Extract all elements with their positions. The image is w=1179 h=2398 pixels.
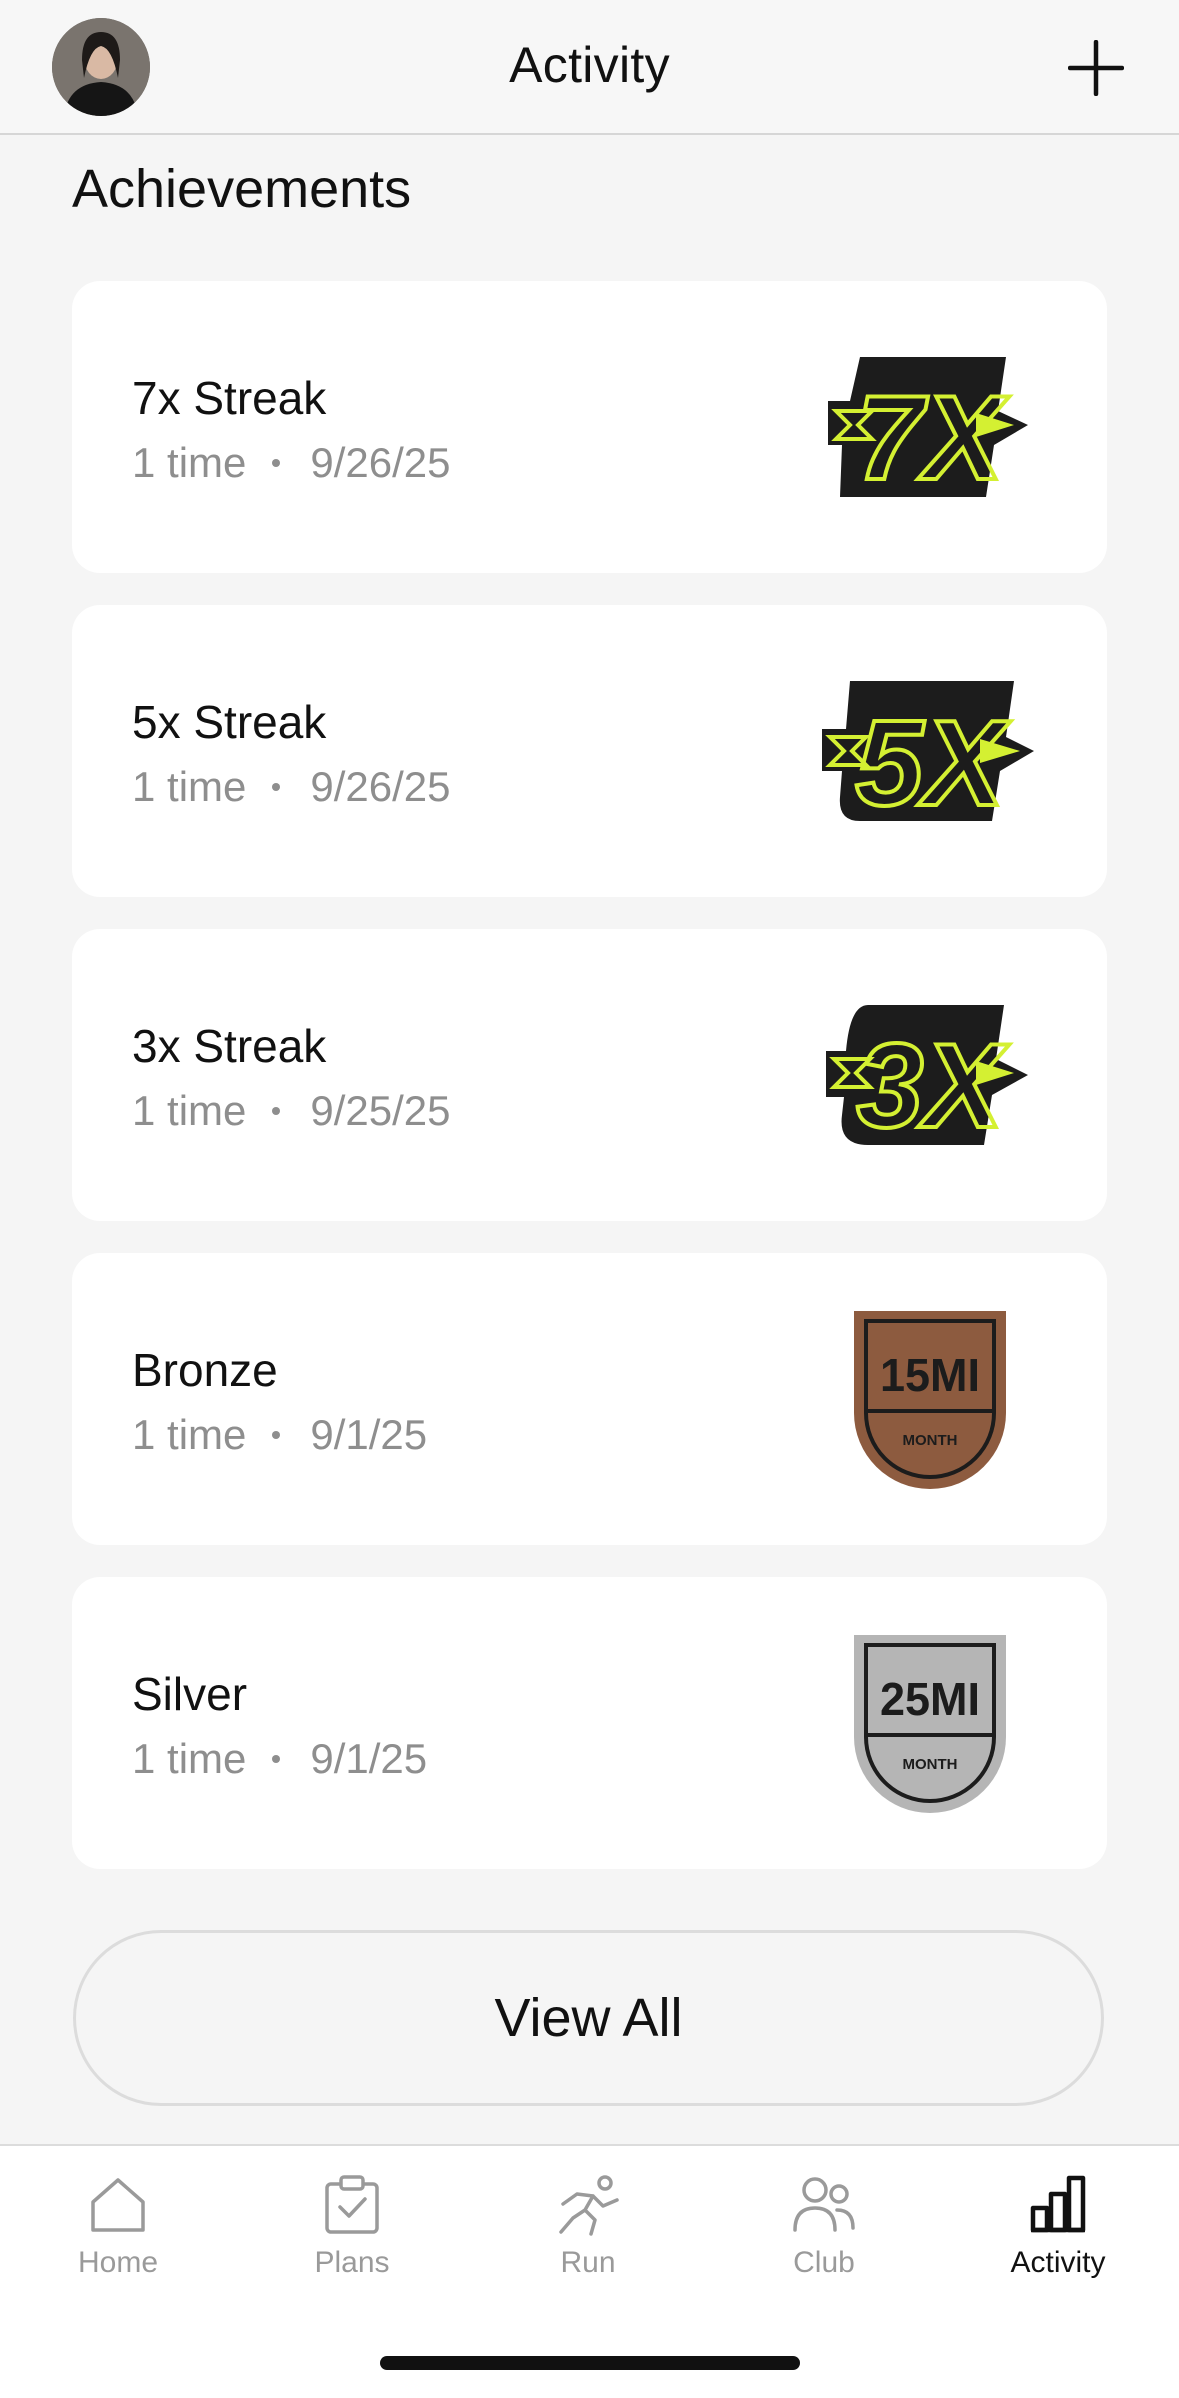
home-indicator (380, 2356, 800, 2370)
streak-5x-badge: 5X (822, 681, 1034, 825)
bronze-15mi-badge: 15MI MONTH (854, 1311, 1006, 1489)
badge-label: 25MI (880, 1673, 980, 1725)
tab-label: Run (560, 2246, 616, 2279)
runner-icon (559, 2175, 619, 2236)
streak-7x-badge: 7X (828, 357, 1028, 501)
home-icon (91, 2178, 145, 2232)
badge-label: 3X (857, 1019, 1011, 1149)
tab-home[interactable]: Home (18, 2174, 218, 2334)
people-icon (793, 2177, 855, 2232)
achievement-date: 9/1/25 (310, 1735, 428, 1782)
view-all-button[interactable]: View All (73, 1930, 1104, 2106)
achievement-card-silver[interactable]: Silver 1 time 9/1/25 25MI MONTH (72, 1577, 1107, 1869)
silver-25mi-badge: 25MI MONTH (854, 1635, 1006, 1813)
achievement-meta: 1 time 9/1/25 (132, 1411, 427, 1459)
achievement-date: 9/1/25 (310, 1411, 428, 1458)
clipboard-check-icon (325, 2175, 379, 2234)
tab-label: Home (77, 2246, 159, 2279)
badge-label: 15MI (880, 1349, 980, 1401)
achievement-count: 1 time (132, 1735, 247, 1782)
bar-chart-icon (1030, 2175, 1086, 2233)
badge-sublabel: MONTH (903, 1432, 958, 1449)
page-title: Activity (509, 37, 670, 93)
badge-sublabel: MONTH (903, 1756, 958, 1773)
top-bar: Activity (0, 0, 1179, 135)
achievement-count: 1 time (132, 1411, 247, 1458)
achievement-card-bronze[interactable]: Bronze 1 time 9/1/25 15MI MONTH (72, 1253, 1107, 1545)
tab-label: Plans (314, 2246, 390, 2279)
achievement-meta: 1 time 9/26/25 (132, 763, 451, 811)
achievement-date: 9/26/25 (310, 439, 451, 486)
tab-club[interactable]: Club (724, 2174, 924, 2334)
achievement-title: 5x Streak (132, 696, 327, 748)
separator-dot (272, 783, 281, 791)
plus-icon (1067, 39, 1125, 97)
tab-run[interactable]: Run (488, 2174, 688, 2334)
achievement-date: 9/25/25 (310, 1087, 451, 1134)
achievement-title: 3x Streak (132, 1020, 327, 1072)
achievement-date: 9/26/25 (310, 763, 451, 810)
separator-dot (272, 1107, 281, 1115)
badge-label: 7X (857, 371, 1011, 501)
achievement-count: 1 time (132, 1087, 247, 1134)
separator-dot (272, 1431, 281, 1439)
tab-plans[interactable]: Plans (252, 2174, 452, 2334)
tab-label: Activity (1010, 2246, 1106, 2279)
achievement-title: Silver (132, 1668, 248, 1720)
achievement-card-5x-streak[interactable]: 5x Streak 1 time 9/26/25 5X (72, 605, 1107, 897)
separator-dot (272, 1755, 281, 1763)
achievement-meta: 1 time 9/1/25 (132, 1735, 427, 1783)
streak-3x-badge: 3X (826, 1005, 1028, 1149)
separator-dot (272, 459, 281, 467)
tab-activity[interactable]: Activity (958, 2174, 1158, 2334)
achievement-meta: 1 time 9/26/25 (132, 439, 451, 487)
achievement-meta: 1 time 9/25/25 (132, 1087, 451, 1135)
section-title: Achievements (72, 159, 412, 219)
achievement-count: 1 time (132, 763, 247, 810)
achievement-count: 1 time (132, 439, 247, 486)
achievement-card-3x-streak[interactable]: 3x Streak 1 time 9/25/25 3X (72, 929, 1107, 1221)
achievement-title: Bronze (132, 1344, 278, 1396)
add-button[interactable] (1067, 39, 1125, 97)
achievement-card-7x-streak[interactable]: 7x Streak 1 time 9/26/25 7X (72, 281, 1107, 573)
achievement-title: 7x Streak (132, 372, 327, 424)
tab-label: Club (793, 2246, 855, 2279)
